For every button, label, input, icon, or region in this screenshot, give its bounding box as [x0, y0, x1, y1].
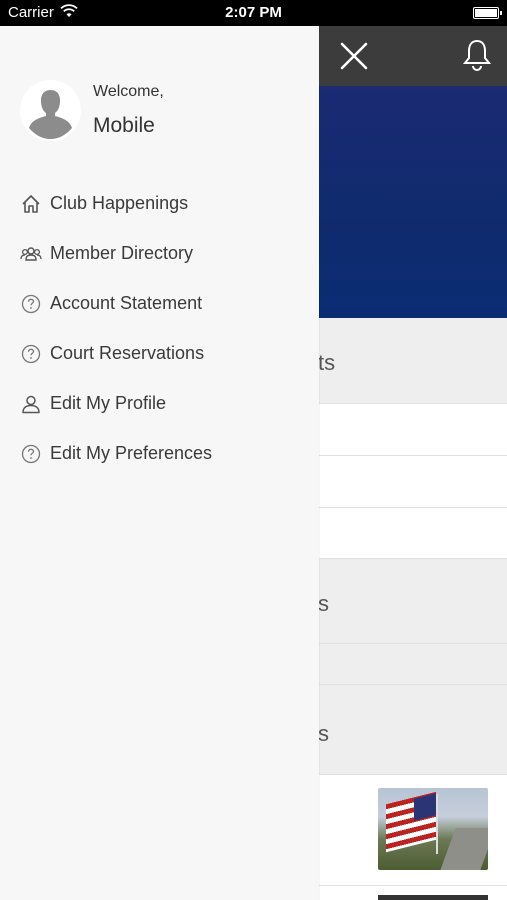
question-circle-icon [21, 344, 41, 364]
side-drawer: Welcome, Mobile Club Happenings Member D… [0, 26, 319, 900]
question-circle-icon [21, 294, 41, 314]
menu-item-label: Edit My Profile [50, 393, 167, 413]
menu-item-label: Court Reservations [50, 343, 205, 363]
section-header-text: ts [318, 350, 336, 375]
menu-item-label: Member Directory [50, 243, 194, 263]
avatar[interactable] [20, 80, 81, 141]
photo-thumbnail[interactable] [378, 895, 488, 900]
person-icon [22, 395, 40, 414]
close-icon[interactable] [338, 40, 370, 72]
menu-item-label: Account Statement [50, 293, 203, 313]
status-bar: Carrier 2:07 PM [0, 0, 507, 26]
menu-item-label: Edit My Preferences [50, 443, 213, 463]
group-icon [20, 247, 42, 261]
menu-item-edit-my-preferences[interactable]: Edit My Preferences [20, 435, 300, 475]
menu-item-account-statement[interactable]: Account Statement [20, 285, 300, 325]
flag-photo-thumbnail[interactable] [378, 788, 488, 870]
welcome-text: Welcome, [93, 83, 164, 100]
question-circle-icon [21, 444, 41, 464]
menu-item-court-reservations[interactable]: Court Reservations [20, 335, 300, 375]
menu-item-edit-my-profile[interactable]: Edit My Profile [20, 385, 300, 425]
clock: 2:07 PM [225, 4, 282, 21]
person-silhouette-icon [20, 80, 81, 141]
section-header-text: s [318, 591, 329, 616]
menu-item-member-directory[interactable]: Member Directory [20, 235, 300, 275]
section-header-text: s [318, 721, 329, 746]
battery-icon [473, 7, 502, 19]
user-name: Mobile [93, 114, 155, 137]
menu-item-club-happenings[interactable]: Club Happenings [20, 185, 300, 225]
menu-item-label: Club Happenings [50, 193, 189, 213]
bell-icon[interactable] [462, 38, 492, 72]
home-icon [22, 195, 40, 213]
